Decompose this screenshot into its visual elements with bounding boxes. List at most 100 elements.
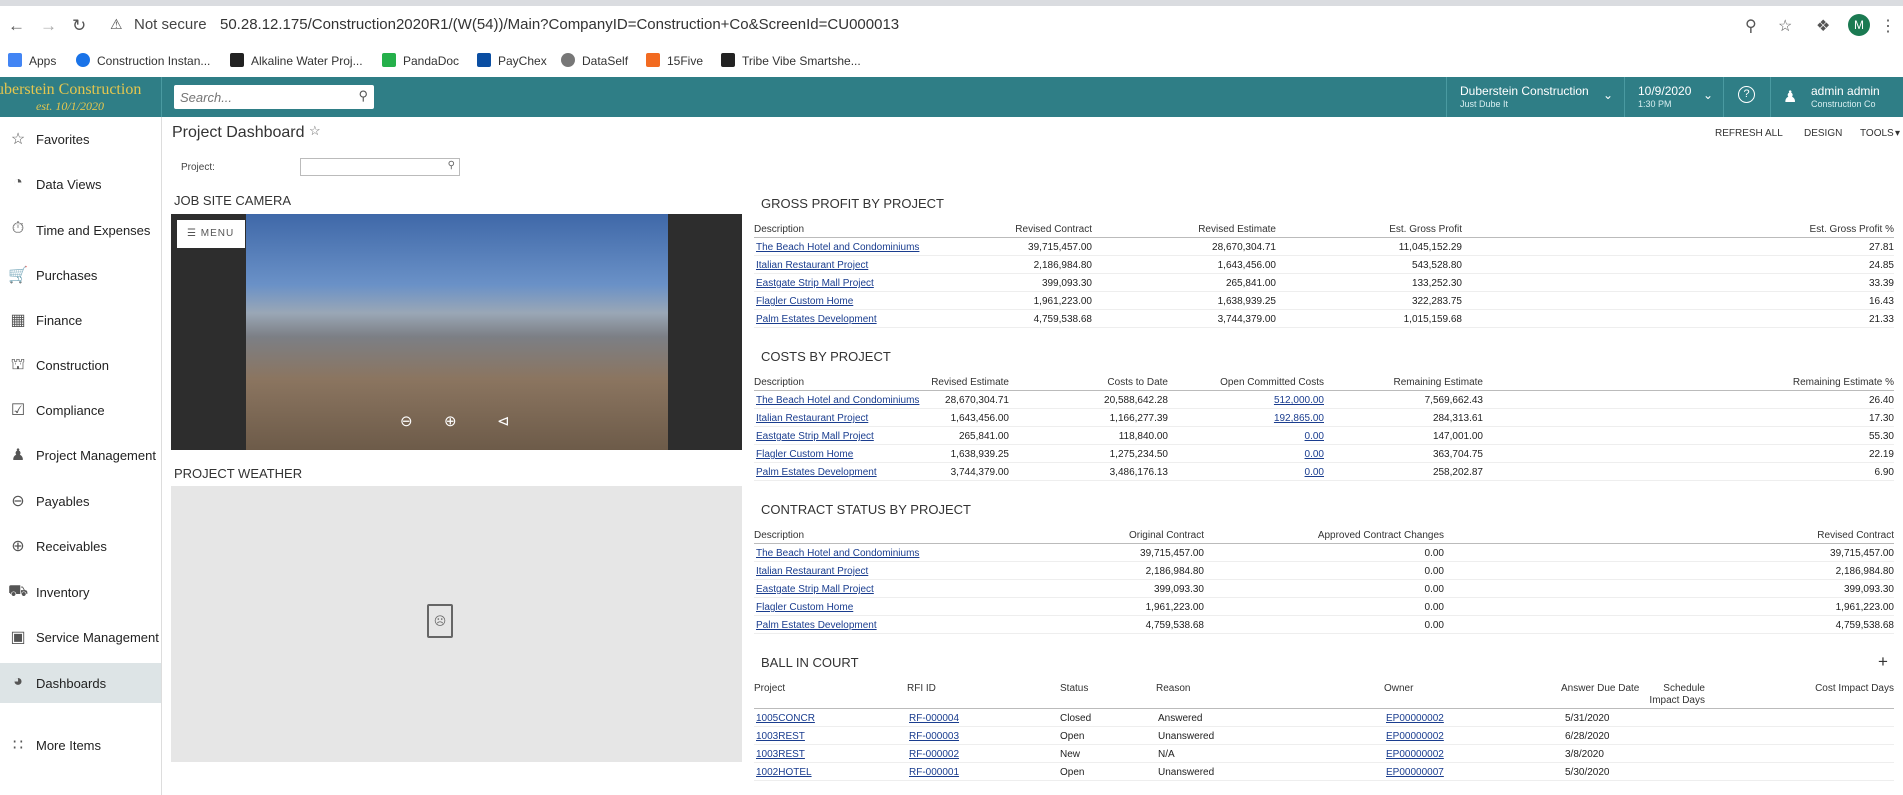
ball-in-court-table: Project RFI ID Status Reason Owner Answe… bbox=[754, 679, 1894, 781]
project-selector-input[interactable]: ⚲ bbox=[300, 158, 460, 176]
checkmark-icon bbox=[230, 53, 244, 67]
rfi-id-link[interactable]: RF-000004 bbox=[909, 713, 959, 724]
project-label: Project: bbox=[181, 162, 215, 173]
url-text[interactable]: 50.28.12.175/Construction2020R1/(W(54))/… bbox=[220, 16, 899, 33]
sidebar-item-more-items[interactable]: ∷ More Items bbox=[0, 725, 161, 765]
rfi-id-link[interactable]: RF-000001 bbox=[909, 767, 959, 778]
committed-costs-link[interactable]: 0.00 bbox=[1305, 467, 1324, 478]
project-link[interactable]: Flagler Custom Home bbox=[756, 449, 853, 460]
tools-button[interactable]: TOOLS bbox=[1860, 128, 1894, 139]
sidebar-item-service-management[interactable]: ▣ Service Management bbox=[0, 617, 161, 657]
zoom-icon[interactable]: ⚲ bbox=[1745, 16, 1757, 36]
sidebar-item-project-management[interactable]: ♟ Project Management bbox=[0, 435, 161, 475]
gross-profit-table: Description Revised Contract Revised Est… bbox=[754, 220, 1894, 328]
project-link[interactable]: The Beach Hotel and Condominiums bbox=[756, 548, 919, 559]
zoom-out-icon[interactable]: ⊖ bbox=[400, 412, 413, 430]
bookmark-alkaline[interactable]: Alkaline Water Proj... bbox=[230, 53, 363, 68]
user-menu[interactable]: ♟ admin admin Construction Co bbox=[1770, 77, 1903, 117]
bookmark-tribevibe[interactable]: Tribe Vibe Smartshe... bbox=[721, 53, 861, 68]
global-search[interactable]: ⚲ bbox=[174, 85, 374, 109]
project-link[interactable]: Flagler Custom Home bbox=[756, 602, 853, 613]
bookmark-paychex[interactable]: PayChex bbox=[477, 53, 547, 68]
project-link[interactable]: Eastgate Strip Mall Project bbox=[756, 278, 874, 289]
project-link[interactable]: Italian Restaurant Project bbox=[756, 566, 868, 577]
sidebar-item-favorites[interactable]: ☆ Favorites bbox=[0, 119, 161, 159]
zoom-in-icon[interactable]: ⊕ bbox=[444, 412, 457, 430]
project-code-link[interactable]: 1003REST bbox=[756, 749, 805, 760]
bookmark-star-icon[interactable]: ☆ bbox=[1778, 16, 1792, 36]
project-link[interactable]: The Beach Hotel and Condominiums bbox=[756, 242, 919, 253]
table-header: Project RFI ID Status Reason Owner Answe… bbox=[754, 679, 1894, 709]
refresh-all-button[interactable]: REFRESH ALL bbox=[1715, 128, 1783, 139]
rfi-id-link[interactable]: RF-000003 bbox=[909, 731, 959, 742]
search-icon[interactable]: ⚲ bbox=[358, 88, 368, 104]
project-link[interactable]: Palm Estates Development bbox=[756, 467, 877, 478]
15five-icon bbox=[646, 53, 660, 67]
project-code-link[interactable]: 1002HOTEL bbox=[756, 767, 812, 778]
tools-caret-icon[interactable]: ▾ bbox=[1895, 128, 1900, 139]
person-icon: ♟ bbox=[10, 447, 26, 464]
bookmark-apps[interactable]: Apps bbox=[8, 53, 56, 68]
kebab-menu-icon[interactable]: ⋮ bbox=[1880, 16, 1896, 36]
ball-in-court-title: BALL IN COURT bbox=[761, 655, 859, 670]
favorite-star-icon[interactable]: ☆ bbox=[309, 123, 321, 139]
owner-link[interactable]: EP00000002 bbox=[1386, 713, 1444, 724]
sidebar-item-payables[interactable]: ⊖ Payables bbox=[0, 481, 161, 521]
user-icon: ♟ bbox=[1783, 89, 1798, 106]
sidebar-item-compliance[interactable]: ☑ Compliance bbox=[0, 390, 161, 430]
sidebar-item-data-views[interactable]: ◔ Data Views bbox=[0, 164, 161, 204]
sidebar-item-finance[interactable]: ▦ Finance bbox=[0, 300, 161, 340]
company-logo[interactable]: uberstein Construction est. 10/1/2020 bbox=[0, 77, 162, 117]
bookmark-15five[interactable]: 15Five bbox=[646, 53, 703, 68]
search-icon[interactable]: ⚲ bbox=[448, 160, 455, 171]
sidebar-item-receivables[interactable]: ⊕ Receivables bbox=[0, 526, 161, 566]
design-button[interactable]: DESIGN bbox=[1804, 128, 1842, 139]
project-link[interactable]: The Beach Hotel and Condominiums bbox=[756, 395, 919, 406]
camera-feed-image bbox=[246, 214, 668, 450]
company-selector[interactable]: Duberstein Construction Just Dube It ⌄ bbox=[1446, 77, 1623, 117]
committed-costs-link[interactable]: 0.00 bbox=[1305, 431, 1324, 442]
committed-costs-link[interactable]: 0.00 bbox=[1305, 449, 1324, 460]
owner-link[interactable]: EP00000002 bbox=[1386, 749, 1444, 760]
project-link[interactable]: Eastgate Strip Mall Project bbox=[756, 431, 874, 442]
bookmark-dataself[interactable]: DataSelf bbox=[561, 53, 628, 68]
project-link[interactable]: Eastgate Strip Mall Project bbox=[756, 584, 874, 595]
project-code-link[interactable]: 1005CONCR bbox=[756, 713, 815, 724]
sidebar-item-purchases[interactable]: 🛒 Purchases bbox=[0, 255, 161, 295]
back-arrow-icon[interactable]: ← bbox=[8, 16, 25, 36]
checkmark-icon bbox=[721, 53, 735, 67]
extensions-puzzle-icon[interactable]: ❖ bbox=[1816, 16, 1830, 36]
page-title: Project Dashboard bbox=[172, 124, 305, 141]
forward-arrow-icon[interactable]: → bbox=[40, 16, 57, 36]
project-code-link[interactable]: 1003REST bbox=[756, 731, 805, 742]
sidebar-item-time-and-expenses[interactable]: ⏱ Time and Expenses bbox=[0, 210, 161, 250]
share-icon[interactable]: ⊲ bbox=[497, 412, 510, 430]
bookmarks-bar: Apps Construction Instan... Alkaline Wat… bbox=[0, 48, 1903, 76]
search-input[interactable] bbox=[174, 85, 344, 109]
project-link[interactable]: Italian Restaurant Project bbox=[756, 260, 868, 271]
camera-menu-button[interactable]: ☰ MENU bbox=[177, 220, 245, 248]
job-site-camera[interactable]: ☰ MENU ⊖ ⊕ ⊲ bbox=[171, 214, 742, 450]
sidebar-item-construction[interactable]: ⛫ Construction bbox=[0, 345, 161, 385]
project-link[interactable]: Flagler Custom Home bbox=[756, 296, 853, 307]
rfi-id-link[interactable]: RF-000002 bbox=[909, 749, 959, 760]
sidebar-item-inventory[interactable]: ⛟ Inventory bbox=[0, 572, 161, 612]
committed-costs-link[interactable]: 192,865.00 bbox=[1274, 413, 1324, 424]
reload-icon[interactable]: ↻ bbox=[72, 16, 86, 36]
table-row: Eastgate Strip Mall Project 399,093.30 0… bbox=[754, 580, 1894, 598]
add-plus-icon[interactable]: + bbox=[1878, 652, 1888, 672]
bookmark-construction[interactable]: Construction Instan... bbox=[76, 53, 210, 68]
sidebar-item-dashboards[interactable]: ◕ Dashboards bbox=[0, 663, 161, 703]
profile-avatar[interactable]: M bbox=[1848, 14, 1870, 36]
help-button[interactable]: ? bbox=[1723, 77, 1770, 117]
project-link[interactable]: Palm Estates Development bbox=[756, 620, 877, 631]
owner-link[interactable]: EP00000007 bbox=[1386, 767, 1444, 778]
date-selector[interactable]: 10/9/2020 1:30 PM ⌄ bbox=[1624, 77, 1723, 117]
project-link[interactable]: Italian Restaurant Project bbox=[756, 413, 868, 424]
committed-costs-link[interactable]: 512,000.00 bbox=[1274, 395, 1324, 406]
calculator-icon: ▦ bbox=[10, 312, 26, 329]
bookmark-pandadoc[interactable]: PandaDoc bbox=[382, 53, 459, 68]
costs-table: Description Revised Estimate Costs to Da… bbox=[754, 373, 1894, 481]
project-link[interactable]: Palm Estates Development bbox=[756, 314, 877, 325]
owner-link[interactable]: EP00000002 bbox=[1386, 731, 1444, 742]
